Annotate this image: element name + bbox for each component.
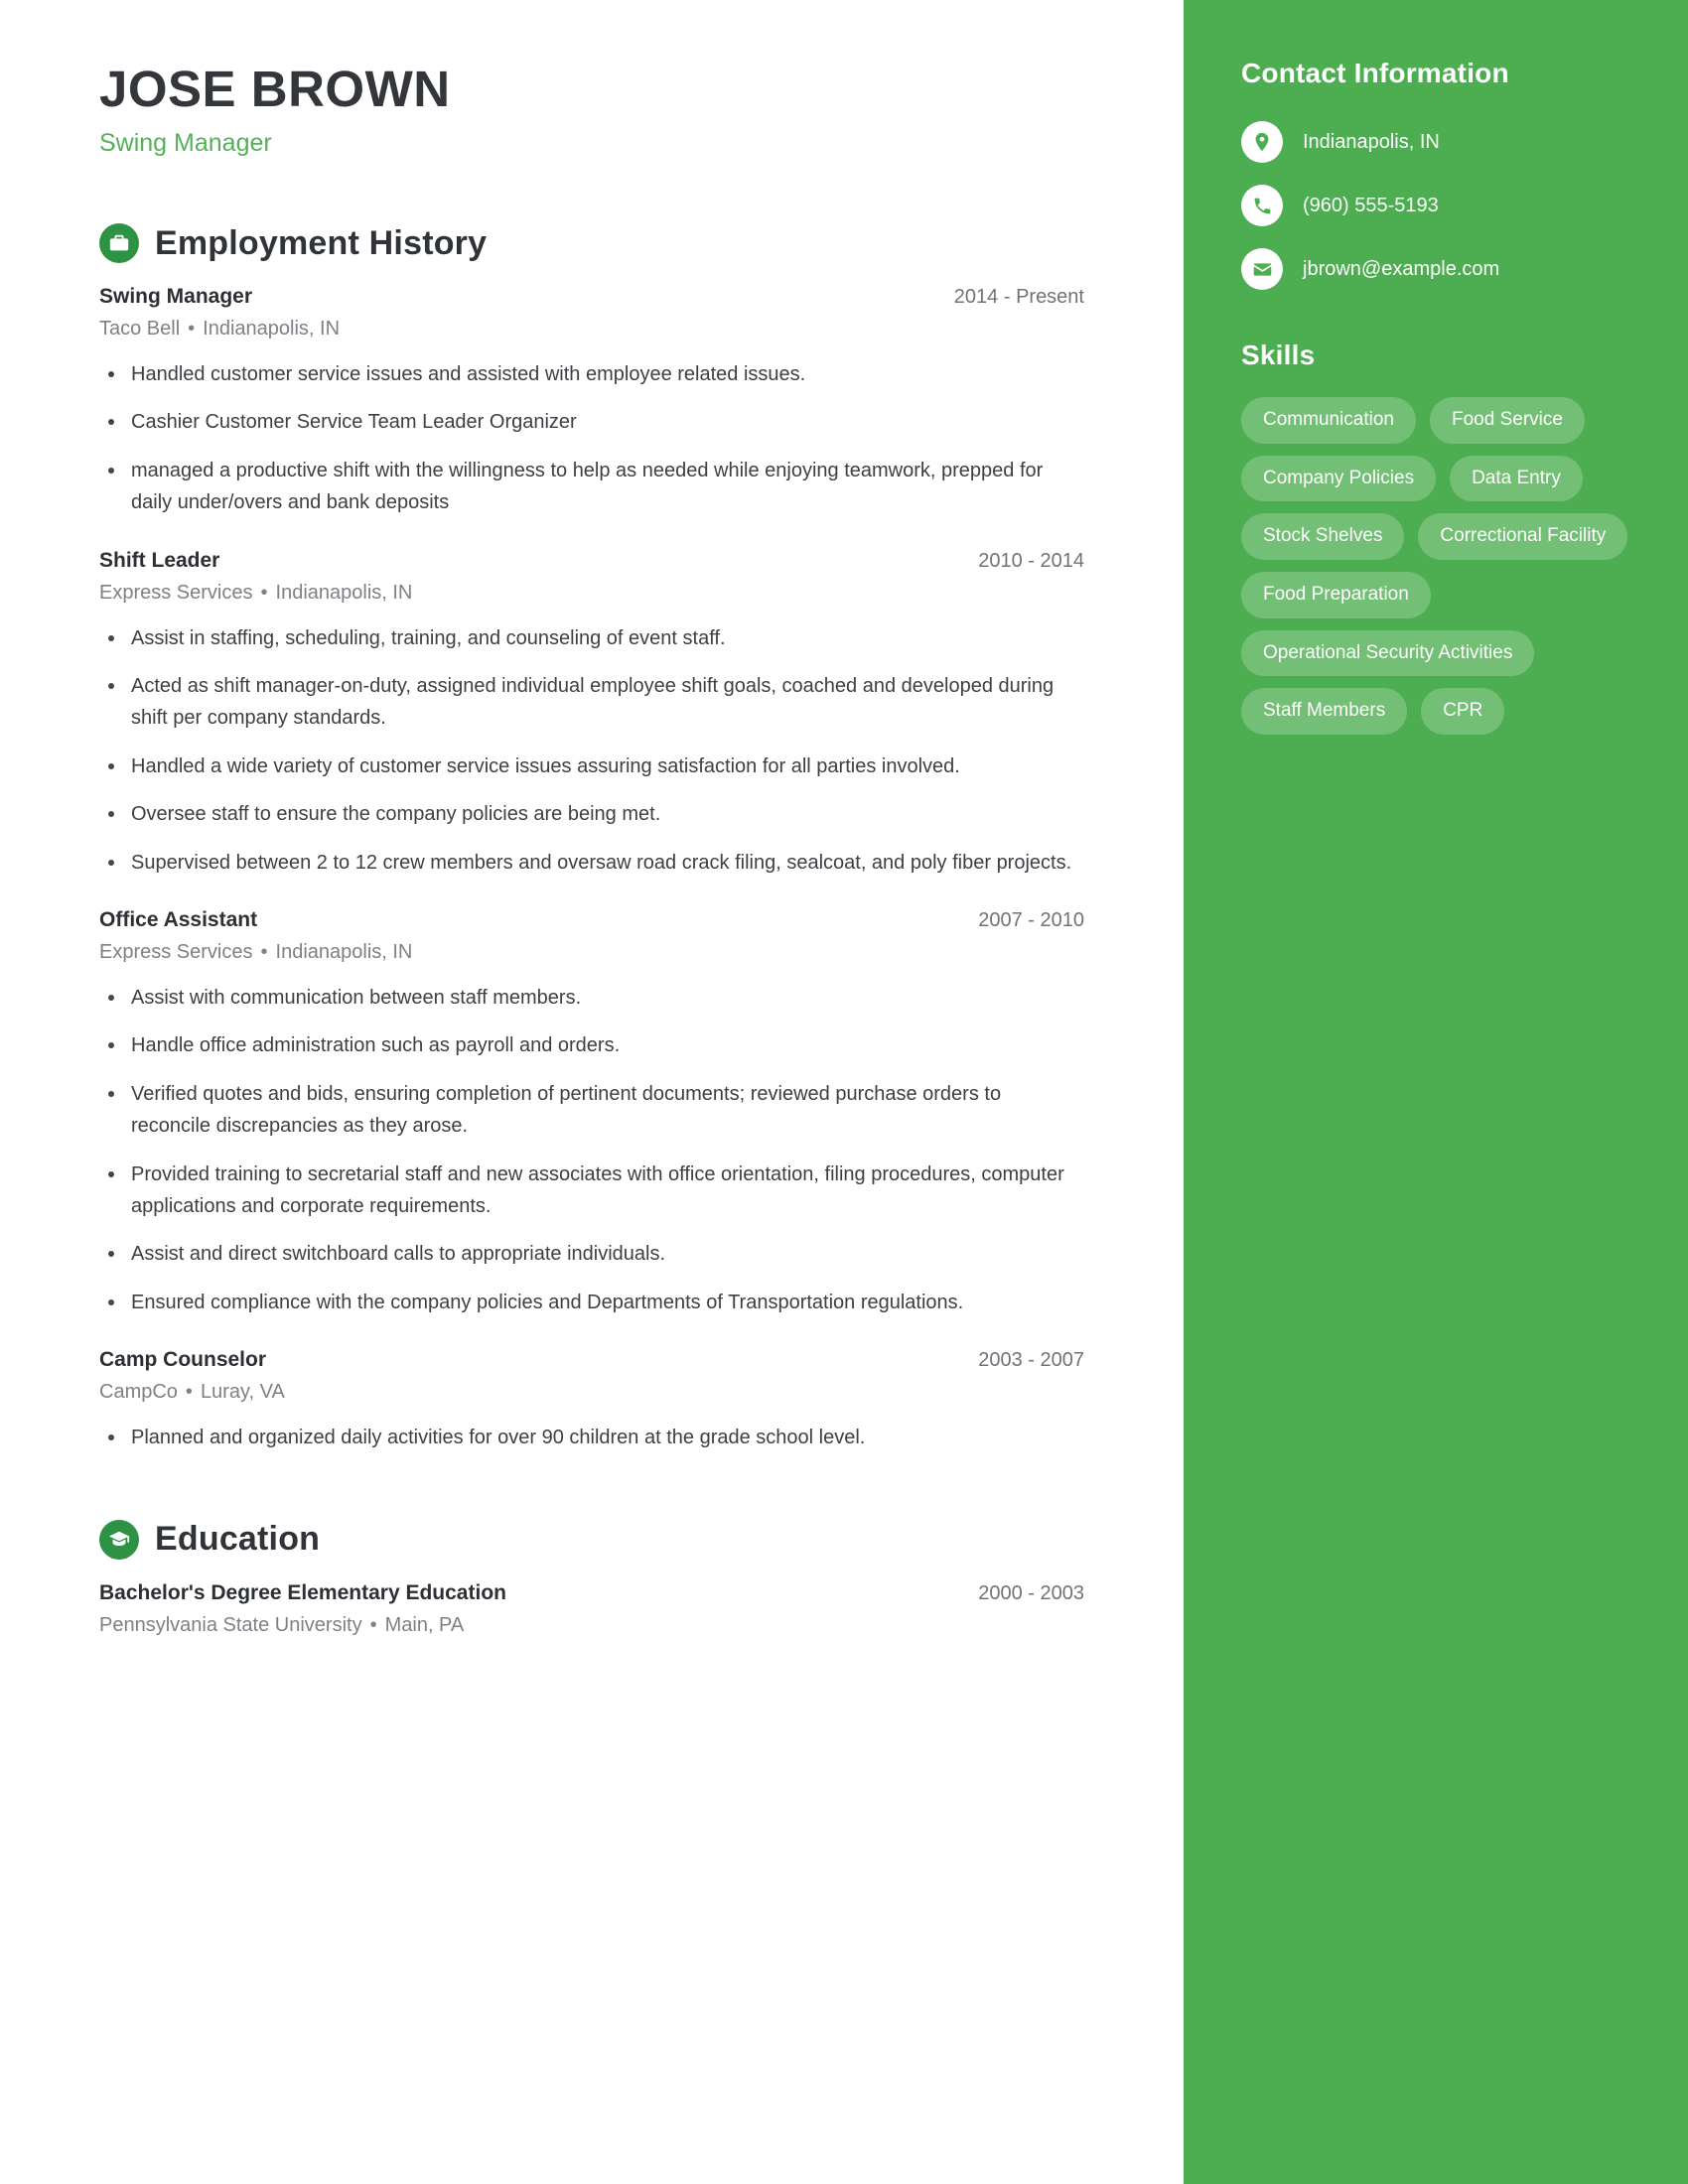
education-entry: Bachelor's Degree Elementary Education 2… <box>99 1581 1084 1637</box>
entry-role: Office Assistant <box>99 908 258 931</box>
skill-pill: Company Policies <box>1241 455 1437 502</box>
entry-bullet-list: Planned and organized daily activities f… <box>99 1422 1084 1453</box>
entry-company: Express Services <box>99 581 253 604</box>
contact-item-phone[interactable]: (960) 555-5193 <box>1241 185 1630 226</box>
section-title-education: Education <box>155 1520 321 1559</box>
entry-location: Indianapolis, IN <box>275 941 413 963</box>
skill-pill: Food Preparation <box>1241 572 1431 618</box>
section-header-education: Education <box>99 1519 1084 1560</box>
envelope-icon <box>1241 248 1283 290</box>
list-item: Acted as shift manager-on-duty, assigned… <box>99 670 1084 735</box>
contact-item-email[interactable]: jbrown@example.com <box>1241 248 1630 290</box>
entry-location: Indianapolis, IN <box>275 581 413 604</box>
sidebar: Contact Information Indianapolis, IN (96… <box>1184 0 1688 2184</box>
skill-pill: Stock Shelves <box>1241 513 1405 561</box>
list-item: Assist and direct switchboard calls to a… <box>99 1238 1084 1270</box>
list-item: Handle office administration such as pay… <box>99 1029 1084 1061</box>
entry-header: Bachelor's Degree Elementary Education 2… <box>99 1581 1084 1605</box>
list-item: managed a productive shift with the will… <box>99 455 1084 519</box>
entry-organization: Express Services • Indianapolis, IN <box>99 941 1084 964</box>
entry-date: 2007 - 2010 <box>978 909 1084 931</box>
contact-list: Indianapolis, IN (960) 555-5193 jbrown@e… <box>1241 121 1630 290</box>
resume-page: JOSE BROWN Swing Manager Employment Hist… <box>0 0 1688 2184</box>
entry-degree: Bachelor's Degree Elementary Education <box>99 1580 506 1604</box>
employment-entries: Swing Manager 2014 - Present Taco Bell • I… <box>99 285 1084 1453</box>
section-header-employment: Employment History <box>99 223 1084 264</box>
employment-entry: Swing Manager 2014 - Present Taco Bell • I… <box>99 285 1084 519</box>
entry-separator: • <box>185 1381 193 1404</box>
entry-role: Swing Manager <box>99 285 253 309</box>
entry-company: Express Services <box>99 941 253 963</box>
entry-bullet-list: Handled customer service issues and assi… <box>99 358 1084 519</box>
list-item: Handled a wide variety of customer servi… <box>99 751 1084 782</box>
skill-pill: CPR <box>1421 688 1505 736</box>
contact-location-text: Indianapolis, IN <box>1303 131 1440 153</box>
entry-bullet-list: Assist in staffing, scheduling, training… <box>99 622 1084 879</box>
list-item: Supervised between 2 to 12 crew members … <box>99 847 1084 879</box>
education-entries: Bachelor's Degree Elementary Education 2… <box>99 1581 1084 1637</box>
sidebar-heading-skills: Skills <box>1241 340 1316 370</box>
entry-role: Shift Leader <box>99 548 220 572</box>
employment-entry: Camp Counselor 2003 - 2007 CampCo • Luray,… <box>99 1348 1084 1453</box>
entry-location: Main, PA <box>384 1613 465 1636</box>
list-item: Verified quotes and bids, ensuring compl… <box>99 1078 1084 1143</box>
entry-organization: Taco Bell • Indianapolis, IN <box>99 318 1084 341</box>
employment-entry: Shift Leader 2010 - 2014 Express Service… <box>99 549 1084 879</box>
skill-pill: Staff Members <box>1241 688 1408 736</box>
skill-pill: Communication <box>1241 397 1416 444</box>
skill-pill: Operational Security Activities <box>1241 629 1535 677</box>
skills-list: Communication Food Service Company Polic… <box>1241 397 1630 736</box>
contact-item-location[interactable]: Indianapolis, IN <box>1241 121 1630 163</box>
entry-organization: CampCo • Luray, VA <box>99 1381 1084 1404</box>
location-pin-icon <box>1241 121 1283 163</box>
list-item: Cashier Customer Service Team Leader Org… <box>99 406 1084 438</box>
entry-header: Office Assistant 2007 - 2010 <box>99 908 1084 932</box>
entry-date: 2014 - Present <box>953 286 1084 309</box>
entry-separator: • <box>369 1613 377 1636</box>
entry-organization: Express Services • Indianapolis, IN <box>99 582 1084 605</box>
entry-separator: • <box>260 941 268 963</box>
list-item: Oversee staff to ensure the company poli… <box>99 798 1084 830</box>
page-title: JOSE BROWN Swing Manager <box>99 61 1084 158</box>
entry-company: CampCo <box>99 1381 178 1404</box>
entry-header: Swing Manager 2014 - Present <box>99 285 1084 309</box>
employment-entry: Office Assistant 2007 - 2010 Express Ser… <box>99 908 1084 1318</box>
list-item: Handled customer service issues and assi… <box>99 358 1084 390</box>
section-title-employment: Employment History <box>155 223 488 262</box>
contact-email-text: jbrown@example.com <box>1303 258 1500 280</box>
skill-pill: Food Service <box>1430 397 1585 444</box>
graduation-cap-icon <box>99 1519 139 1560</box>
list-item: Planned and organized daily activities f… <box>99 1422 1084 1453</box>
list-item: Ensured compliance with the company poli… <box>99 1287 1084 1318</box>
list-item: Provided training to secretarial staff a… <box>99 1159 1084 1223</box>
entry-role: Camp Counselor <box>99 1348 267 1372</box>
entry-date: 2003 - 2007 <box>978 1349 1084 1372</box>
entry-header: Shift Leader 2010 - 2014 <box>99 549 1084 573</box>
entry-location: Indianapolis, IN <box>203 318 341 341</box>
entry-bullet-list: Assist with communication between staff … <box>99 982 1084 1318</box>
list-item: Assist in staffing, scheduling, training… <box>99 622 1084 654</box>
entry-location: Luray, VA <box>200 1381 285 1404</box>
entry-header: Camp Counselor 2003 - 2007 <box>99 1348 1084 1372</box>
contact-phone-text: (960) 555-5193 <box>1303 195 1439 216</box>
list-item: Assist with communication between staff … <box>99 982 1084 1014</box>
briefcase-icon <box>99 223 139 264</box>
entry-separator: • <box>260 581 268 604</box>
sidebar-heading-contact: Contact Information <box>1241 58 1509 88</box>
candidate-name: JOSE BROWN <box>99 61 451 117</box>
phone-icon <box>1241 185 1283 226</box>
entry-organization: Pennsylvania State University • Main, PA <box>99 1614 1084 1637</box>
entry-date: 2000 - 2003 <box>978 1581 1084 1604</box>
entry-date: 2010 - 2014 <box>978 549 1084 572</box>
main-content-column: JOSE BROWN Swing Manager Employment Hist… <box>0 0 1184 2184</box>
skill-pill: Data Entry <box>1450 455 1583 502</box>
entry-school: Pennsylvania State University <box>99 1613 362 1636</box>
entry-company: Taco Bell <box>99 318 181 341</box>
skill-pill: Correctional Facility <box>1418 513 1628 561</box>
entry-separator: • <box>188 318 196 341</box>
candidate-job-title: Swing Manager <box>99 129 272 158</box>
